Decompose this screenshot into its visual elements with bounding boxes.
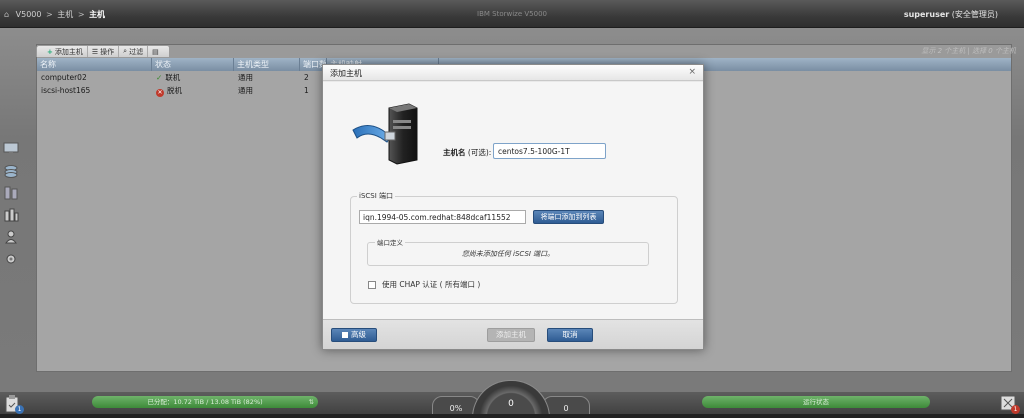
- plus-icon: +: [47, 47, 53, 56]
- allocation-text: 已分配：10.72 TiB / 13.08 TiB (82%): [147, 398, 263, 406]
- performance-gauge[interactable]: 0% 0 0: [432, 378, 590, 418]
- chap-label: 使用 CHAP 认证 ( 所有端口 ): [382, 280, 481, 289]
- dialog-title: 添加主机: [330, 69, 362, 78]
- top-bar: ⌂ V5000 > 主机 > 主机 IBM Storwize V5000 sup…: [0, 0, 1024, 28]
- check-icon: ✓: [156, 73, 163, 82]
- add-port-to-list-button[interactable]: 将端口添加到列表: [533, 210, 604, 224]
- window-bottom-edge: [0, 414, 1024, 418]
- host-name-cell: computer02: [41, 73, 87, 82]
- add-host-button[interactable]: 添加主机: [487, 328, 535, 342]
- host-name-label: 主机名 (可选):: [443, 148, 492, 157]
- user-menu[interactable]: superuser (安全管理员): [904, 9, 998, 20]
- column-header-name[interactable]: 名称: [37, 58, 152, 71]
- product-name: IBM Storwize V5000: [477, 10, 547, 18]
- monitoring-icon[interactable]: [0, 140, 22, 158]
- gauge-iops: 0: [472, 380, 550, 418]
- swap-icon: ⇅: [308, 398, 314, 406]
- port-definitions-legend: 端口定义: [375, 237, 405, 247]
- host-status-cell: ✕ 脱机: [152, 84, 234, 97]
- left-navigation: [0, 140, 24, 272]
- status-text: 联机: [165, 73, 181, 82]
- alerts-count-badge: 1: [1011, 405, 1020, 414]
- user-name: superuser: [903, 10, 950, 19]
- allocation-bar[interactable]: 已分配：10.72 TiB / 13.08 TiB (82%) ⇅: [92, 396, 318, 408]
- export-icon: ▤: [152, 47, 159, 56]
- no-ports-message: 您尚未添加任何 iSCSI 端口。: [461, 250, 555, 258]
- health-status-text: 运行状态: [803, 398, 829, 406]
- running-tasks-button[interactable]: 1: [2, 392, 24, 416]
- dialog-header: 添加主机 ×: [323, 65, 703, 81]
- status-text: 脱机: [167, 86, 182, 95]
- volumes-icon[interactable]: [0, 184, 22, 202]
- host-status-cell: ✓ 联机: [152, 71, 234, 84]
- cancel-button[interactable]: 取消: [547, 328, 593, 342]
- host-name-input[interactable]: [493, 143, 606, 159]
- filter-label: 过滤: [129, 47, 144, 56]
- iscsi-iqn-input[interactable]: [359, 210, 526, 224]
- iscsi-ports-legend: iSCSI 端口: [357, 191, 396, 201]
- selection-count: 显示 2 个主机 | 选择 0 个主机: [921, 47, 1016, 55]
- add-host-label: 添加主机: [54, 47, 83, 56]
- alerts-button[interactable]: 1: [998, 392, 1020, 416]
- column-header-host-type[interactable]: 主机类型: [234, 58, 300, 71]
- health-status-bar[interactable]: 运行状态: [702, 396, 930, 408]
- square-icon: [342, 332, 348, 338]
- close-icon[interactable]: ×: [688, 67, 696, 77]
- dialog-footer: 高级 添加主机 取消: [323, 319, 703, 349]
- error-icon: ✕: [156, 89, 164, 97]
- filter-button[interactable]: ⌕ 过滤: [119, 46, 149, 57]
- advanced-button[interactable]: 高级: [331, 328, 377, 342]
- pools-icon[interactable]: [0, 162, 22, 180]
- chap-auth-option[interactable]: 使用 CHAP 认证 ( 所有端口 ): [368, 279, 480, 290]
- access-icon[interactable]: [0, 228, 22, 246]
- tasks-count-badge: 1: [15, 405, 24, 414]
- add-host-dialog: 添加主机 × 主机名 (可选): iSCSI 端口 将端口添加到: [322, 64, 704, 350]
- chap-checkbox[interactable]: [368, 280, 376, 289]
- hosts-toolbar: + 添加主机 ☰ 操作 ⌕ 过滤 ▤: [36, 45, 170, 57]
- hosts-icon[interactable]: [0, 206, 22, 224]
- server-icon: [351, 102, 427, 166]
- host-name-cell: iscsi-host165: [41, 86, 91, 95]
- list-icon: ☰: [91, 47, 99, 56]
- actions-menu-button[interactable]: ☰ 操作: [88, 46, 120, 57]
- host-type-cell: 通用: [238, 86, 253, 95]
- add-host-toolbar-button[interactable]: + 添加主机: [43, 46, 88, 57]
- settings-icon[interactable]: [0, 250, 22, 268]
- host-type-cell: 通用: [238, 73, 253, 82]
- user-role: (安全管理员): [951, 10, 998, 19]
- actions-label: 操作: [100, 47, 115, 56]
- export-button[interactable]: ▤: [148, 46, 163, 57]
- dialog-body: 主机名 (可选): iSCSI 端口 将端口添加到列表 端口定义 您尚未添加任何…: [323, 82, 703, 320]
- column-header-status[interactable]: 状态: [152, 58, 234, 71]
- search-icon: ⌕: [123, 47, 128, 55]
